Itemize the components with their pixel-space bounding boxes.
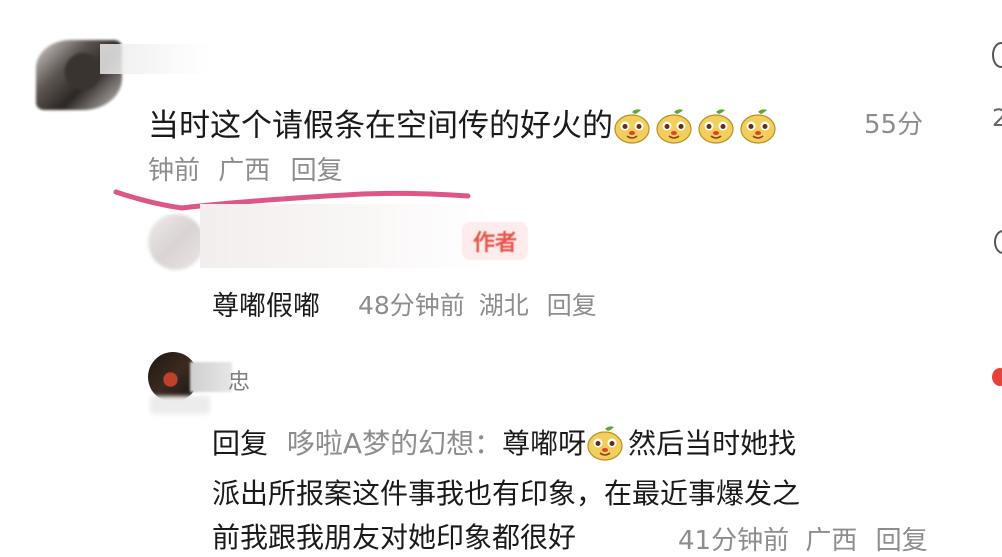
pear-face-emoji — [587, 425, 623, 461]
pear-face-emoji — [698, 108, 734, 144]
reply-prefix: 回复 — [212, 427, 269, 460]
reply-meta: 48分钟前 湖北 回复 — [358, 286, 597, 322]
reply-meta: 41分钟前 广西 回复 — [678, 520, 928, 557]
reply-text-part: 尊嘟呀 — [502, 427, 587, 460]
username-mask — [100, 44, 210, 74]
username-mask — [150, 396, 210, 414]
like-icon[interactable] — [994, 230, 1002, 254]
like-icon[interactable] — [992, 42, 1002, 68]
main-comment-text: 当时这个请假条在空间传的好火的 — [148, 100, 781, 145]
reply-location: 湖北 — [478, 291, 529, 320]
reply-text-line3: 前我跟我朋友对她印象都很好 — [212, 521, 577, 554]
author-badge: 作者 — [462, 222, 528, 260]
username-fragment: 忠 — [228, 370, 251, 395]
reply-time: 41分钟前 — [678, 526, 790, 556]
comment-body: 当时这个请假条在空间传的好火的 — [148, 108, 613, 144]
reply-button[interactable]: 回复 — [547, 291, 597, 320]
username-mask — [190, 362, 232, 392]
pear-face-emoji — [614, 108, 650, 144]
reply-text-part: 然后当时她找 — [628, 427, 797, 460]
reply-time: 48分钟前 — [358, 291, 465, 320]
reply-avatar[interactable] — [148, 214, 204, 270]
pear-face-emoji — [656, 108, 692, 144]
pear-face-emoji — [740, 108, 776, 144]
mention-username[interactable]: 哆啦A梦的幻想： — [287, 427, 502, 460]
reply-text-line2: 派出所报案这件事我也有印象，在最近事爆发之 — [212, 477, 801, 510]
reply-location: 广西 — [805, 526, 858, 556]
reply-text: 尊嘟假嘟 — [212, 291, 320, 322]
comment-time-part1: 55分 — [864, 110, 924, 140]
reply-button[interactable]: 回复 — [876, 526, 928, 556]
like-count-fragment: 2 — [992, 104, 1002, 132]
username-mask — [200, 204, 490, 268]
reply-text-line1: 回复 哆啦A梦的幻想：尊嘟呀 然后当时她找 — [212, 422, 796, 462]
liked-heart-icon[interactable] — [992, 368, 1002, 386]
